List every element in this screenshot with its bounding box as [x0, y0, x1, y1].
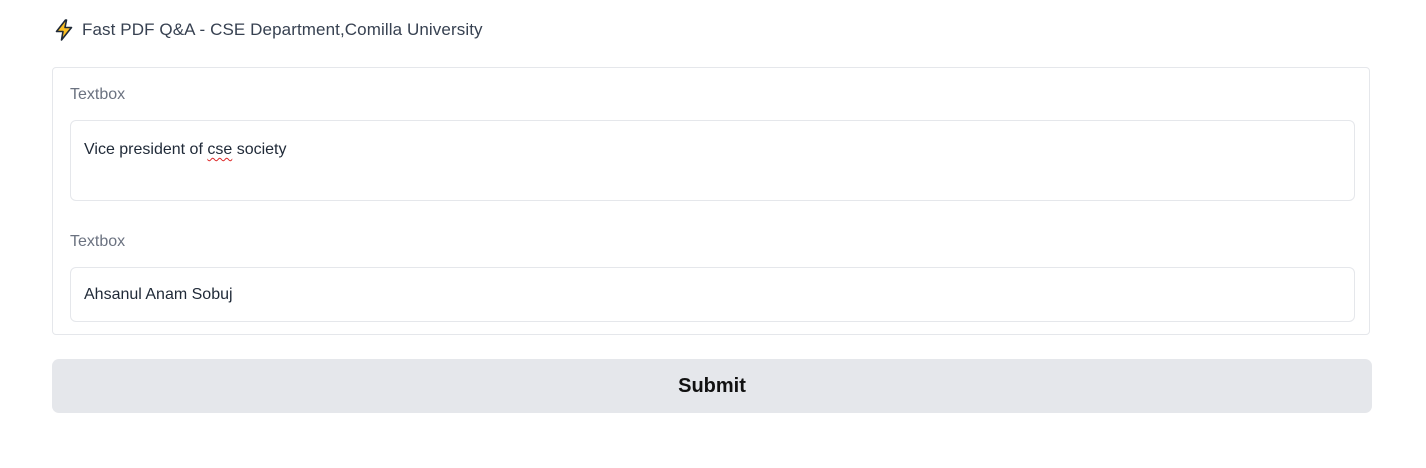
app-header: Fast PDF Q&A - CSE Department,Comilla Un…	[52, 17, 483, 43]
answer-text: Ahsanul Anam Sobuj	[84, 286, 233, 303]
question-textbox[interactable]: Vice president of cse society	[70, 120, 1355, 201]
question-field-label: Textbox	[70, 86, 126, 103]
submit-button[interactable]: Submit	[52, 359, 1372, 413]
app-window: Fast PDF Q&A - CSE Department,Comilla Un…	[0, 0, 1426, 468]
page-title: Fast PDF Q&A - CSE Department,Comilla Un…	[82, 20, 483, 39]
lightning-bolt-icon	[52, 18, 76, 42]
question-text-prefix: Vice president of	[84, 141, 208, 158]
misspelled-word: cse	[207, 141, 233, 158]
answer-field-label: Textbox	[70, 233, 126, 250]
question-text-suffix: society	[232, 141, 287, 158]
form-panel: Textbox Vice president of cse society Te…	[52, 67, 1370, 335]
answer-textbox[interactable]: Ahsanul Anam Sobuj	[70, 267, 1355, 322]
